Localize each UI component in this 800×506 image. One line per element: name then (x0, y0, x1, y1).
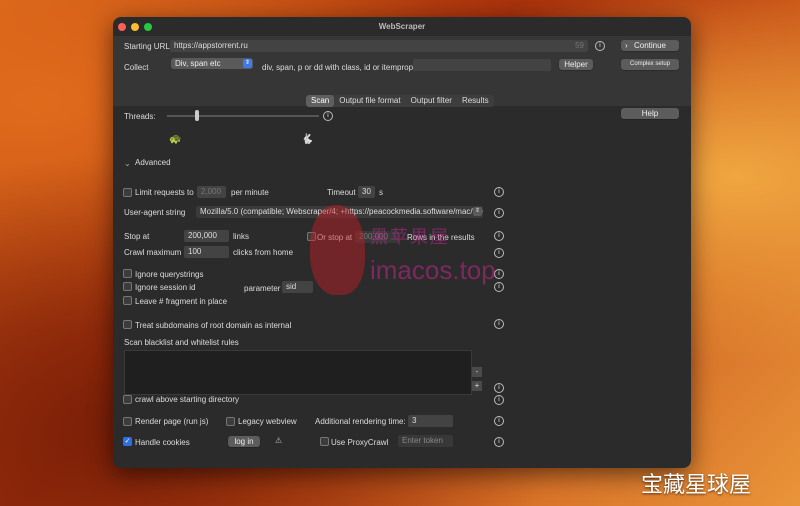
info-icon[interactable]: i (494, 395, 504, 405)
legacy-webview-label: Legacy webview (238, 417, 297, 426)
tab-results[interactable]: Results (457, 95, 494, 107)
timeout-input[interactable]: 30 (358, 186, 375, 198)
apple-logo-watermark (310, 205, 365, 295)
threads-label: Threads: (124, 112, 156, 121)
stop-at-label: Stop at (124, 232, 150, 241)
use-proxycrawl-label: Use ProxyCrawl (331, 438, 389, 447)
turtle-icon: 🐢 (169, 134, 182, 145)
ignore-session-label: Ignore session id (135, 283, 196, 292)
url-count: 59 (575, 41, 584, 50)
log-in-button[interactable]: log in (228, 436, 260, 447)
starting-url-label: Starting URL (124, 42, 170, 51)
info-icon[interactable]: i (494, 416, 504, 426)
crawl-above-label: crawl above starting directory (135, 395, 240, 404)
additional-rendering-input[interactable]: 3 (408, 415, 453, 427)
crawl-above-checkbox[interactable] (123, 395, 132, 404)
leave-fragment-label: Leave # fragment in place (135, 297, 228, 306)
helper-button[interactable]: Helper (559, 59, 593, 70)
links-label: links (233, 232, 250, 241)
starting-url-input[interactable]: https://appstorrent.ru 59 (170, 40, 588, 52)
info-icon[interactable]: i (494, 319, 504, 329)
collect-selector-input[interactable] (413, 59, 551, 71)
use-proxycrawl-checkbox[interactable] (320, 437, 329, 446)
checkmark-icon: ✓ (124, 438, 131, 445)
chevron-updown-icon: ⇕ (243, 59, 252, 68)
info-icon[interactable]: i (494, 208, 504, 218)
info-icon[interactable]: i (595, 41, 605, 51)
collect-label: Collect (124, 63, 149, 72)
advanced-disclosure[interactable]: Advanced (135, 158, 171, 167)
crawl-max-label: Crawl maximum (124, 248, 182, 257)
remove-rule-button[interactable]: - (472, 367, 482, 377)
limit-requests-label: Limit requests to (135, 188, 194, 197)
parameter-label: parameter (244, 284, 281, 293)
parameter-input[interactable]: sid (282, 281, 313, 293)
starting-url-value: https://appstorrent.ru (174, 41, 248, 50)
info-icon[interactable]: i (494, 437, 504, 447)
threads-slider-track[interactable] (167, 115, 319, 117)
blacklist-label: Scan blacklist and whitelist rules (124, 338, 239, 347)
chevron-right-icon: › (625, 41, 628, 50)
tab-scan[interactable]: Scan (306, 95, 335, 107)
watermark-text-corner: 宝藏星球屋 (641, 472, 752, 497)
ignore-querystrings-checkbox[interactable] (123, 269, 132, 278)
complex-setup-button[interactable]: Complex setup (621, 59, 679, 70)
collect-description: div, span, p or dd with class, id or ite… (262, 63, 416, 72)
tab-output-file-format[interactable]: Output file format (334, 95, 405, 107)
help-button[interactable]: Help (621, 108, 679, 119)
render-page-label: Render page (run js) (135, 417, 209, 426)
timeout-label: Timeout (327, 188, 356, 197)
user-agent-label: User-agent string (124, 208, 186, 217)
additional-rendering-label: Additional rendering time: (315, 417, 406, 426)
warning-icon: ⚠ (275, 436, 283, 445)
info-icon[interactable]: i (494, 383, 504, 393)
legacy-webview-checkbox[interactable] (226, 417, 235, 426)
limit-requests-input[interactable]: 2,000 (197, 186, 226, 198)
timeout-unit: s (379, 188, 383, 197)
continue-button-label: Continue (633, 41, 667, 50)
info-icon[interactable]: i (494, 231, 504, 241)
crawl-max-input[interactable]: 100 (184, 246, 229, 258)
chevron-down-icon[interactable]: ⌄ (124, 159, 131, 168)
clicks-label: clicks from home (233, 248, 294, 257)
watermark-text-domain: imacos.top (370, 255, 496, 285)
limit-requests-checkbox[interactable] (123, 188, 132, 197)
tab-bar: Scan Output file format Output filter Re… (306, 95, 494, 107)
watermark-text-chinese: 黑苹果屋 (370, 227, 450, 247)
collect-select-value: Div, span etc (175, 59, 221, 68)
threads-slider-knob[interactable] (195, 110, 200, 121)
add-rule-button[interactable]: + (472, 381, 482, 391)
info-icon[interactable]: i (494, 187, 504, 197)
ignore-querystrings-label: Ignore querystrings (135, 270, 204, 279)
leave-fragment-checkbox[interactable] (123, 296, 132, 305)
stop-at-input[interactable]: 200,000 (184, 230, 229, 242)
treat-subdomains-label: Treat subdomains of root domain as inter… (135, 321, 292, 330)
proxycrawl-token-input[interactable]: Enter token (398, 435, 453, 447)
info-icon[interactable]: i (323, 111, 333, 121)
chevron-updown-icon: ⇕ (473, 207, 482, 216)
render-page-checkbox[interactable] (123, 417, 132, 426)
handle-cookies-label: Handle cookies (135, 438, 190, 447)
window-title: WebScraper (378, 22, 426, 31)
rabbit-icon: 🐇 (301, 134, 314, 145)
handle-cookies-checkbox[interactable]: ✓ (123, 437, 132, 446)
continue-button[interactable]: › Continue (621, 40, 679, 51)
collect-select[interactable]: Div, span etc ⇕ (171, 58, 253, 69)
title-bar: WebScraper (113, 17, 691, 36)
per-minute-label: per minute (231, 188, 269, 197)
treat-subdomains-checkbox[interactable] (123, 320, 132, 329)
tab-output-filter[interactable]: Output filter (406, 95, 457, 107)
blacklist-rules-list[interactable] (124, 350, 472, 395)
ignore-session-checkbox[interactable] (123, 282, 132, 291)
